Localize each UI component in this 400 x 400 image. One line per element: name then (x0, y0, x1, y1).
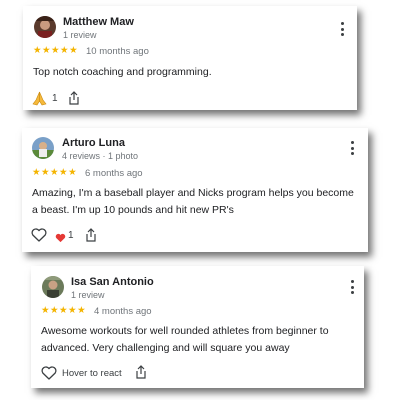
reaction-count: 1 (52, 93, 58, 104)
review-card: Arturo Luna 4 reviews · 1 photo ★★★★★ 6 … (22, 128, 368, 252)
review-text: Top notch coaching and programming. (33, 66, 212, 78)
more-options-icon[interactable] (348, 280, 356, 294)
review-time: 10 months ago (86, 46, 149, 57)
author-meta: 4 reviews · 1 photo (62, 151, 139, 161)
author-name[interactable]: Arturo Luna (62, 137, 125, 149)
author-meta: 1 review (71, 290, 105, 300)
avatar[interactable] (32, 137, 54, 159)
more-options-icon[interactable] (348, 141, 356, 155)
author-name[interactable]: Matthew Maw (63, 16, 134, 28)
review-text: Awesome workouts for well rounded athlet… (41, 325, 329, 354)
review-text: Amazing, I'm a baseball player and Nicks… (32, 187, 354, 216)
red-heart-icon[interactable] (55, 230, 66, 248)
review-card: Isa San Antonio 1 review ★★★★★ 4 months … (31, 266, 364, 388)
more-options-icon[interactable] (338, 22, 346, 36)
author-name[interactable]: Isa San Antonio (71, 276, 154, 288)
star-rating: ★★★★★ (41, 305, 87, 316)
review-card: Matthew Maw 1 review ★★★★★ 10 months ago… (23, 6, 357, 110)
star-rating: ★★★★★ (32, 167, 78, 178)
share-icon[interactable] (85, 228, 97, 247)
avatar[interactable] (42, 276, 64, 298)
share-icon[interactable] (135, 365, 147, 384)
avatar[interactable] (34, 16, 56, 38)
hover-to-react-label: Hover to react (62, 368, 122, 379)
star-rating: ★★★★★ (33, 45, 79, 56)
heart-outline-icon[interactable] (31, 228, 47, 247)
heart-outline-icon[interactable] (41, 366, 57, 385)
review-time: 6 months ago (85, 168, 143, 179)
review-time: 4 months ago (94, 306, 152, 317)
author-meta: 1 review (63, 30, 97, 40)
folded-hands-icon[interactable] (32, 91, 47, 111)
reaction-count: 1 (68, 230, 74, 241)
share-icon[interactable] (68, 91, 80, 110)
